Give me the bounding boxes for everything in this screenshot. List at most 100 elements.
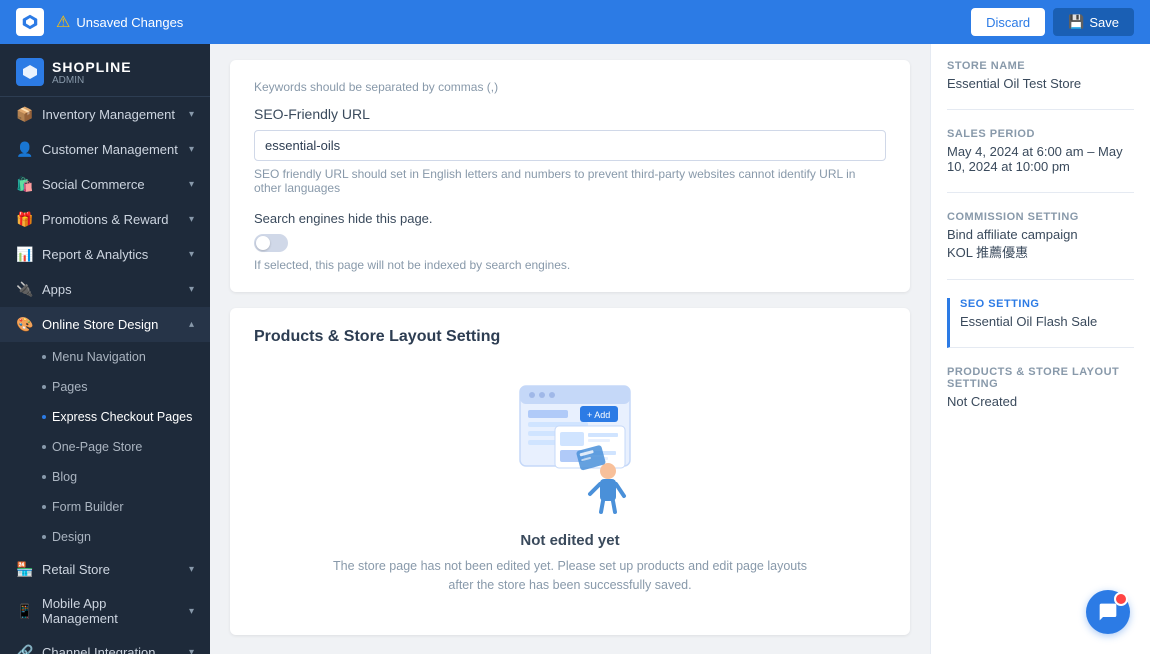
- logo-text-block: SHOPLINE ADMIN: [52, 59, 132, 86]
- chevron-down-icon: ▾: [189, 284, 194, 295]
- sidebar-item-social[interactable]: 🛍️ Social Commerce ▾: [0, 167, 210, 202]
- dot-icon: [42, 385, 46, 389]
- panel-store-name: Store Name Essential Oil Test Store: [947, 60, 1134, 110]
- url-label: SEO-Friendly URL: [254, 106, 886, 122]
- sub-item-label: One-Page Store: [52, 440, 142, 454]
- panel-seo-setting: SEO Setting Essential Oil Flash Sale: [947, 298, 1134, 348]
- panel-label: Products & Store Layout Setting: [947, 366, 1134, 390]
- top-bar: ⚠ Unsaved Changes Discard 💾 Save: [0, 0, 1150, 44]
- retail-icon: 🏪: [16, 561, 34, 578]
- panel-value: May 4, 2024 at 6:00 am – May 10, 2024 at…: [947, 144, 1134, 174]
- chevron-down-icon: ▾: [189, 564, 194, 575]
- sidebar-sub-menu-nav[interactable]: Menu Navigation: [0, 342, 210, 372]
- sidebar-item-label: Channel Integration: [42, 645, 181, 654]
- apps-icon: 🔌: [16, 281, 34, 298]
- products-layout-card: Products & Store Layout Setting: [230, 308, 910, 635]
- sub-item-label: Form Builder: [52, 500, 124, 514]
- seo-url-input[interactable]: [254, 130, 886, 161]
- hide-page-label: Search engines hide this page.: [254, 211, 886, 226]
- sidebar-sub-form-builder[interactable]: Form Builder: [0, 492, 210, 522]
- chevron-up-icon: ▴: [189, 319, 194, 330]
- dot-icon: [42, 535, 46, 539]
- dot-icon: [42, 415, 46, 419]
- hide-page-hint: If selected, this page will not be index…: [254, 258, 886, 272]
- inventory-icon: 📦: [16, 106, 34, 123]
- sidebar-item-retail[interactable]: 🏪 Retail Store ▾: [0, 552, 210, 587]
- sidebar-sub-express-checkout[interactable]: Express Checkout Pages: [0, 402, 210, 432]
- warning-icon: ⚠: [56, 12, 70, 32]
- sidebar-item-mobile-app[interactable]: 📱 Mobile App Management ▾: [0, 587, 210, 635]
- sidebar-item-label: Promotions & Reward: [42, 212, 181, 227]
- not-edited-container: + Add: [254, 366, 886, 615]
- sub-item-label: Express Checkout Pages: [52, 410, 192, 424]
- right-panel: Store Name Essential Oil Test Store Sale…: [930, 44, 1150, 654]
- sidebar-item-label: Customer Management: [42, 142, 181, 157]
- hide-page-toggle[interactable]: [254, 234, 288, 252]
- logo-mark: [16, 58, 44, 86]
- unsaved-changes-notice: ⚠ Unsaved Changes: [56, 12, 959, 32]
- chevron-down-icon: ▾: [189, 606, 194, 617]
- not-edited-illustration: + Add: [490, 376, 650, 516]
- sub-item-label: Design: [52, 530, 91, 544]
- sidebar-sub-design[interactable]: Design: [0, 522, 210, 552]
- sidebar-sub-pages[interactable]: Pages: [0, 372, 210, 402]
- chevron-down-icon: ▾: [189, 214, 194, 225]
- logo-brand: SHOPLINE: [52, 59, 132, 75]
- sub-item-label: Blog: [52, 470, 77, 484]
- unsaved-changes-label: Unsaved Changes: [76, 15, 183, 30]
- report-icon: 📊: [16, 246, 34, 263]
- sidebar-item-inventory[interactable]: 📦 Inventory Management ▾: [0, 97, 210, 132]
- sidebar-item-customer[interactable]: 👤 Customer Management ▾: [0, 132, 210, 167]
- sidebar-item-promotions[interactable]: 🎁 Promotions & Reward ▾: [0, 202, 210, 237]
- sub-item-label: Menu Navigation: [52, 350, 146, 364]
- keywords-hint: Keywords should be separated by commas (…: [254, 80, 886, 94]
- panel-sales-period: Sales Period May 4, 2024 at 6:00 am – Ma…: [947, 128, 1134, 193]
- panel-commission: Commission Setting Bind affiliate campai…: [947, 211, 1134, 280]
- not-edited-desc: The store page has not been edited yet. …: [320, 557, 820, 595]
- save-button[interactable]: 💾 Save: [1053, 8, 1134, 36]
- sidebar-sub-blog[interactable]: Blog: [0, 462, 210, 492]
- sidebar-item-online-store[interactable]: 🎨 Online Store Design ▴: [0, 307, 210, 342]
- hide-page-section: Search engines hide this page. If select…: [254, 211, 886, 272]
- panel-value: Essential Oil Flash Sale: [960, 314, 1134, 329]
- panel-value-2: KOL 推薦優惠: [947, 242, 1134, 261]
- sidebar-item-label: Social Commerce: [42, 177, 181, 192]
- panel-value: Bind affiliate campaign: [947, 227, 1134, 242]
- chevron-down-icon: ▾: [189, 179, 194, 190]
- sidebar: SHOPLINE ADMIN 📦 Inventory Management ▾ …: [0, 44, 210, 654]
- not-edited-title: Not edited yet: [520, 532, 619, 549]
- chat-button[interactable]: [1086, 590, 1130, 634]
- url-hint: SEO friendly URL should set in English l…: [254, 167, 886, 195]
- products-section-title: Products & Store Layout Setting: [254, 328, 886, 346]
- panel-products-layout: Products & Store Layout Setting Not Crea…: [947, 366, 1134, 427]
- customer-icon: 👤: [16, 141, 34, 158]
- panel-label: Commission Setting: [947, 211, 1134, 223]
- chevron-down-icon: ▾: [189, 109, 194, 120]
- online-store-icon: 🎨: [16, 316, 34, 333]
- sidebar-item-label: Apps: [42, 282, 181, 297]
- logo-sub: ADMIN: [52, 75, 132, 86]
- sidebar-logo: SHOPLINE ADMIN: [0, 44, 210, 97]
- sidebar-item-channel[interactable]: 🔗 Channel Integration ▾: [0, 635, 210, 654]
- chevron-down-icon: ▾: [189, 249, 194, 260]
- dot-icon: [42, 475, 46, 479]
- discard-button[interactable]: Discard: [971, 8, 1045, 36]
- sidebar-item-label: Inventory Management: [42, 107, 181, 122]
- sidebar-item-label: Online Store Design: [42, 317, 181, 332]
- dot-icon: [42, 505, 46, 509]
- panel-label: Sales Period: [947, 128, 1134, 140]
- sidebar-item-apps[interactable]: 🔌 Apps ▾: [0, 272, 210, 307]
- save-label: Save: [1089, 15, 1119, 30]
- social-icon: 🛍️: [16, 176, 34, 193]
- sidebar-item-report[interactable]: 📊 Report & Analytics ▾: [0, 237, 210, 272]
- sidebar-sub-one-page[interactable]: One-Page Store: [0, 432, 210, 462]
- logo-icon: [16, 8, 44, 36]
- mobile-icon: 📱: [16, 603, 34, 620]
- svg-text:+ Add: + Add: [587, 410, 610, 420]
- dot-icon: [42, 445, 46, 449]
- dot-icon: [42, 355, 46, 359]
- sub-item-label: Pages: [52, 380, 87, 394]
- promotions-icon: 🎁: [16, 211, 34, 228]
- sidebar-item-label: Report & Analytics: [42, 247, 181, 262]
- save-icon: 💾: [1068, 14, 1084, 30]
